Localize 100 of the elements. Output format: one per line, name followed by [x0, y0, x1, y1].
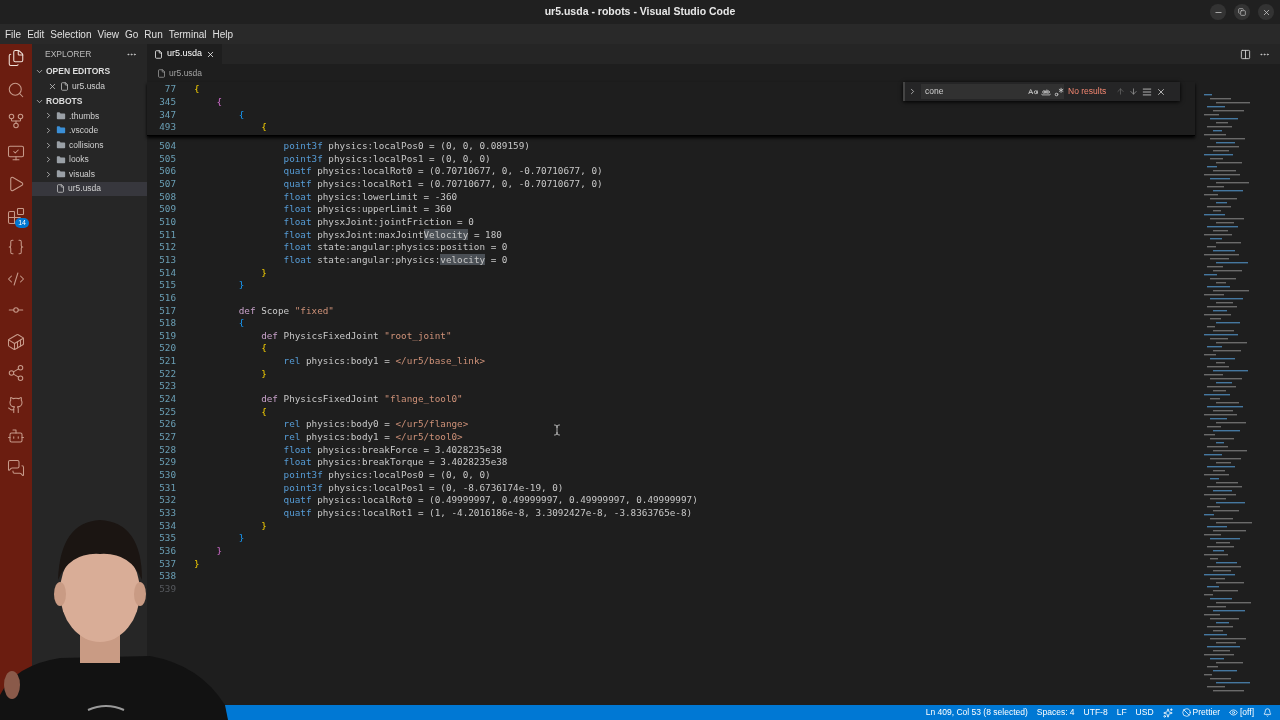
menu-item[interactable]: Terminal [165, 26, 210, 42]
line-number: 518 [158, 316, 176, 331]
menu-item[interactable]: Help [209, 26, 237, 42]
close-icon[interactable] [48, 81, 57, 91]
line-number: 523 [158, 379, 176, 394]
line-number: 347 [158, 107, 176, 122]
line-number: 522 [158, 366, 176, 381]
code-icon[interactable] [7, 269, 25, 288]
line-number: 537 [158, 556, 176, 571]
monitor-icon[interactable] [7, 143, 25, 162]
share-icon[interactable] [7, 364, 25, 382]
line-number: 534 [158, 518, 176, 533]
line-number: 513 [158, 252, 176, 267]
code-line: def PhysicsFixedJoint "root_joint" [260, 328, 452, 343]
file-icon [157, 68, 166, 78]
code-line: rel physics:body0 = </ur5/flange> [282, 417, 469, 432]
status-item[interactable]: Spaces: 4 [1036, 706, 1075, 719]
line-number: 509 [158, 202, 176, 217]
text-cursor-icon [551, 424, 563, 436]
code-line: def PhysicsFixedJoint "flange_tool0" [260, 392, 463, 407]
folder-icon [56, 125, 66, 136]
folder-icon [56, 154, 66, 165]
menu-item[interactable]: Edit [24, 26, 48, 42]
file-name: .vscode [69, 124, 99, 137]
split-editor-icon[interactable] [1240, 48, 1251, 60]
search-icon[interactable] [7, 80, 25, 99]
line-number: 526 [158, 417, 176, 432]
code-line: float physxJoint:jointFriction = 0 [282, 214, 474, 229]
file-name: visuals [69, 167, 95, 181]
line-number: 536 [158, 544, 176, 558]
menu-item[interactable]: Selection [47, 26, 95, 42]
status-item[interactable]: UTF-8 [1083, 706, 1108, 719]
files-icon[interactable] [7, 49, 25, 67]
folder-icon [56, 169, 66, 180]
chevron-icon[interactable] [35, 67, 44, 76]
line-number: 520 [158, 341, 176, 356]
code-line: rel physics:body1 = </ur5/tool0> [282, 430, 463, 444]
lines-icon[interactable] [1142, 86, 1153, 97]
file-icon [154, 49, 163, 59]
line-number: 515 [158, 278, 176, 293]
code-line: point3f physics:localPos0 = (0, 0, 0) [282, 468, 491, 482]
close-icon [1261, 7, 1271, 17]
code-line: { [260, 120, 267, 135]
code-line: { [237, 107, 245, 122]
line-number: 530 [158, 468, 176, 482]
line-number: 527 [158, 430, 176, 444]
menu-item[interactable]: View [94, 26, 122, 42]
github-icon[interactable] [7, 395, 25, 414]
bot-icon[interactable] [7, 427, 25, 445]
blocks-icon[interactable] [7, 206, 25, 225]
code-line: } [237, 278, 245, 293]
chat-icon[interactable] [7, 458, 25, 477]
restore-button[interactable] [1234, 4, 1250, 20]
file-name: .thumbs [69, 109, 100, 123]
close-button[interactable] [1258, 4, 1274, 20]
close-icon[interactable] [1156, 86, 1167, 97]
status-item[interactable]: LF [1116, 706, 1127, 719]
branch-icon[interactable] [7, 112, 25, 130]
menu-item[interactable]: File [2, 26, 25, 42]
play-icon[interactable] [7, 175, 25, 193]
editor-tab[interactable]: ur5.usda [147, 44, 223, 64]
section-header[interactable]: OPEN EDITORS [46, 65, 111, 78]
status-item[interactable]: [off] [1239, 706, 1254, 719]
menu-item[interactable]: Run [141, 26, 166, 42]
minimize-button[interactable] [1210, 4, 1226, 20]
code-line: } [260, 366, 267, 381]
regex-icon[interactable] [1054, 86, 1064, 97]
file-name: collisions [69, 138, 104, 152]
code-line: def Scope "fixed" [237, 303, 334, 318]
match-case-icon[interactable] [1028, 86, 1038, 97]
code-line: float physics:breakForce = 3.4028235e38 [282, 442, 502, 457]
container-icon[interactable] [7, 332, 25, 351]
line-number: 529 [158, 455, 176, 470]
status-item[interactable]: Ln 409, Col 53 (8 selected) [925, 706, 1028, 719]
braces-icon[interactable] [7, 238, 25, 256]
code-line: float state:angular:physics:velocity = 0 [282, 252, 508, 267]
menu-item[interactable]: Go [122, 26, 142, 42]
breadcrumb-item[interactable]: ur5.usda [169, 66, 203, 80]
sparkle-icon[interactable] [1162, 707, 1173, 718]
code-line: { [260, 341, 267, 356]
line-number: 512 [158, 240, 176, 255]
bell-icon[interactable] [1263, 708, 1272, 717]
code-line: quatf physics:localRot0 = (0.70710677, 0, -0.70710677, 0) [282, 164, 603, 179]
chevron-icon[interactable] [908, 87, 917, 96]
arrow-down-icon[interactable] [1129, 87, 1139, 96]
folder-icon [56, 140, 66, 151]
line-number: 345 [158, 95, 176, 109]
line-number: 507 [158, 176, 176, 191]
whole-word-icon[interactable] [1041, 86, 1051, 97]
code-line: { [215, 95, 222, 109]
close-icon[interactable] [206, 49, 216, 59]
file-name: looks [69, 153, 89, 167]
status-item[interactable]: USD [1135, 706, 1154, 719]
line-number: 519 [158, 328, 176, 343]
find-input[interactable]: cone [921, 84, 1064, 99]
code-line: quatf physics:localRot0 = (0.49999997, 0.49999997, 0.49999997, 0.49999997) [282, 493, 698, 508]
code-line: quatf physics:localRot1 = (0.70710677, 0, -0.70710677, 0) [282, 176, 603, 191]
section-header[interactable]: ROBOTS [46, 94, 83, 108]
file-name: ur5.usda [72, 79, 106, 93]
status-item[interactable]: Prettier [1192, 706, 1220, 719]
